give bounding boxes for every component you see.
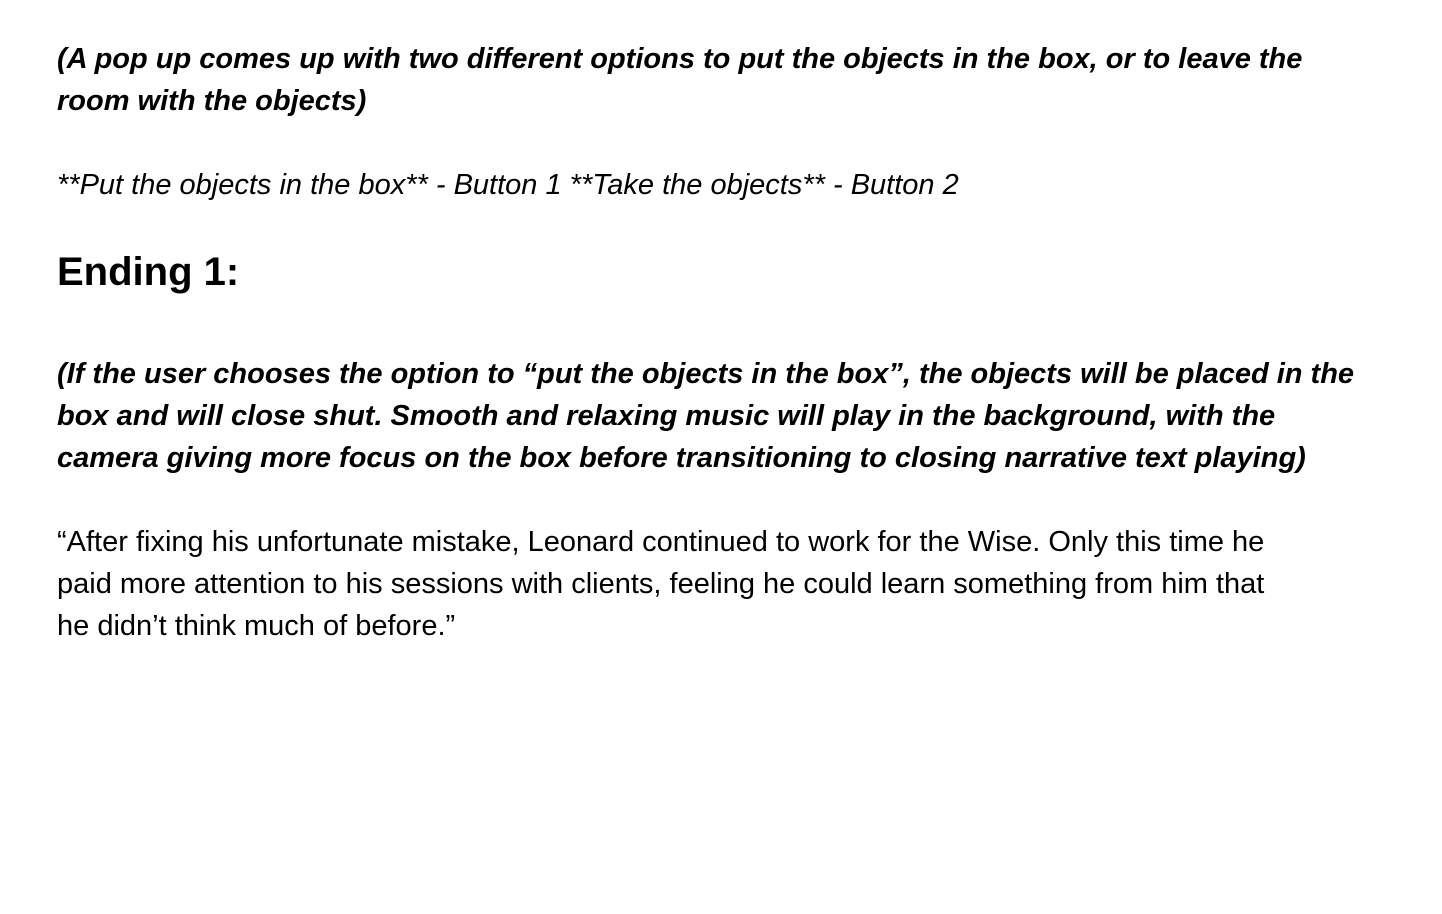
intro-stage-direction: (A pop up comes up with two different op…: [57, 43, 1303, 117]
options-line: **Put the objects in the box** - Button …: [57, 169, 959, 201]
closing-narrative: “After fixing his unfortunate mistake, L…: [57, 526, 1265, 642]
ending-stage-direction: (If the user chooses the option to “put …: [57, 358, 1355, 474]
ending-heading: Ending 1:: [57, 250, 240, 294]
document-page: (A pop up comes up with two different op…: [57, 38, 1357, 647]
